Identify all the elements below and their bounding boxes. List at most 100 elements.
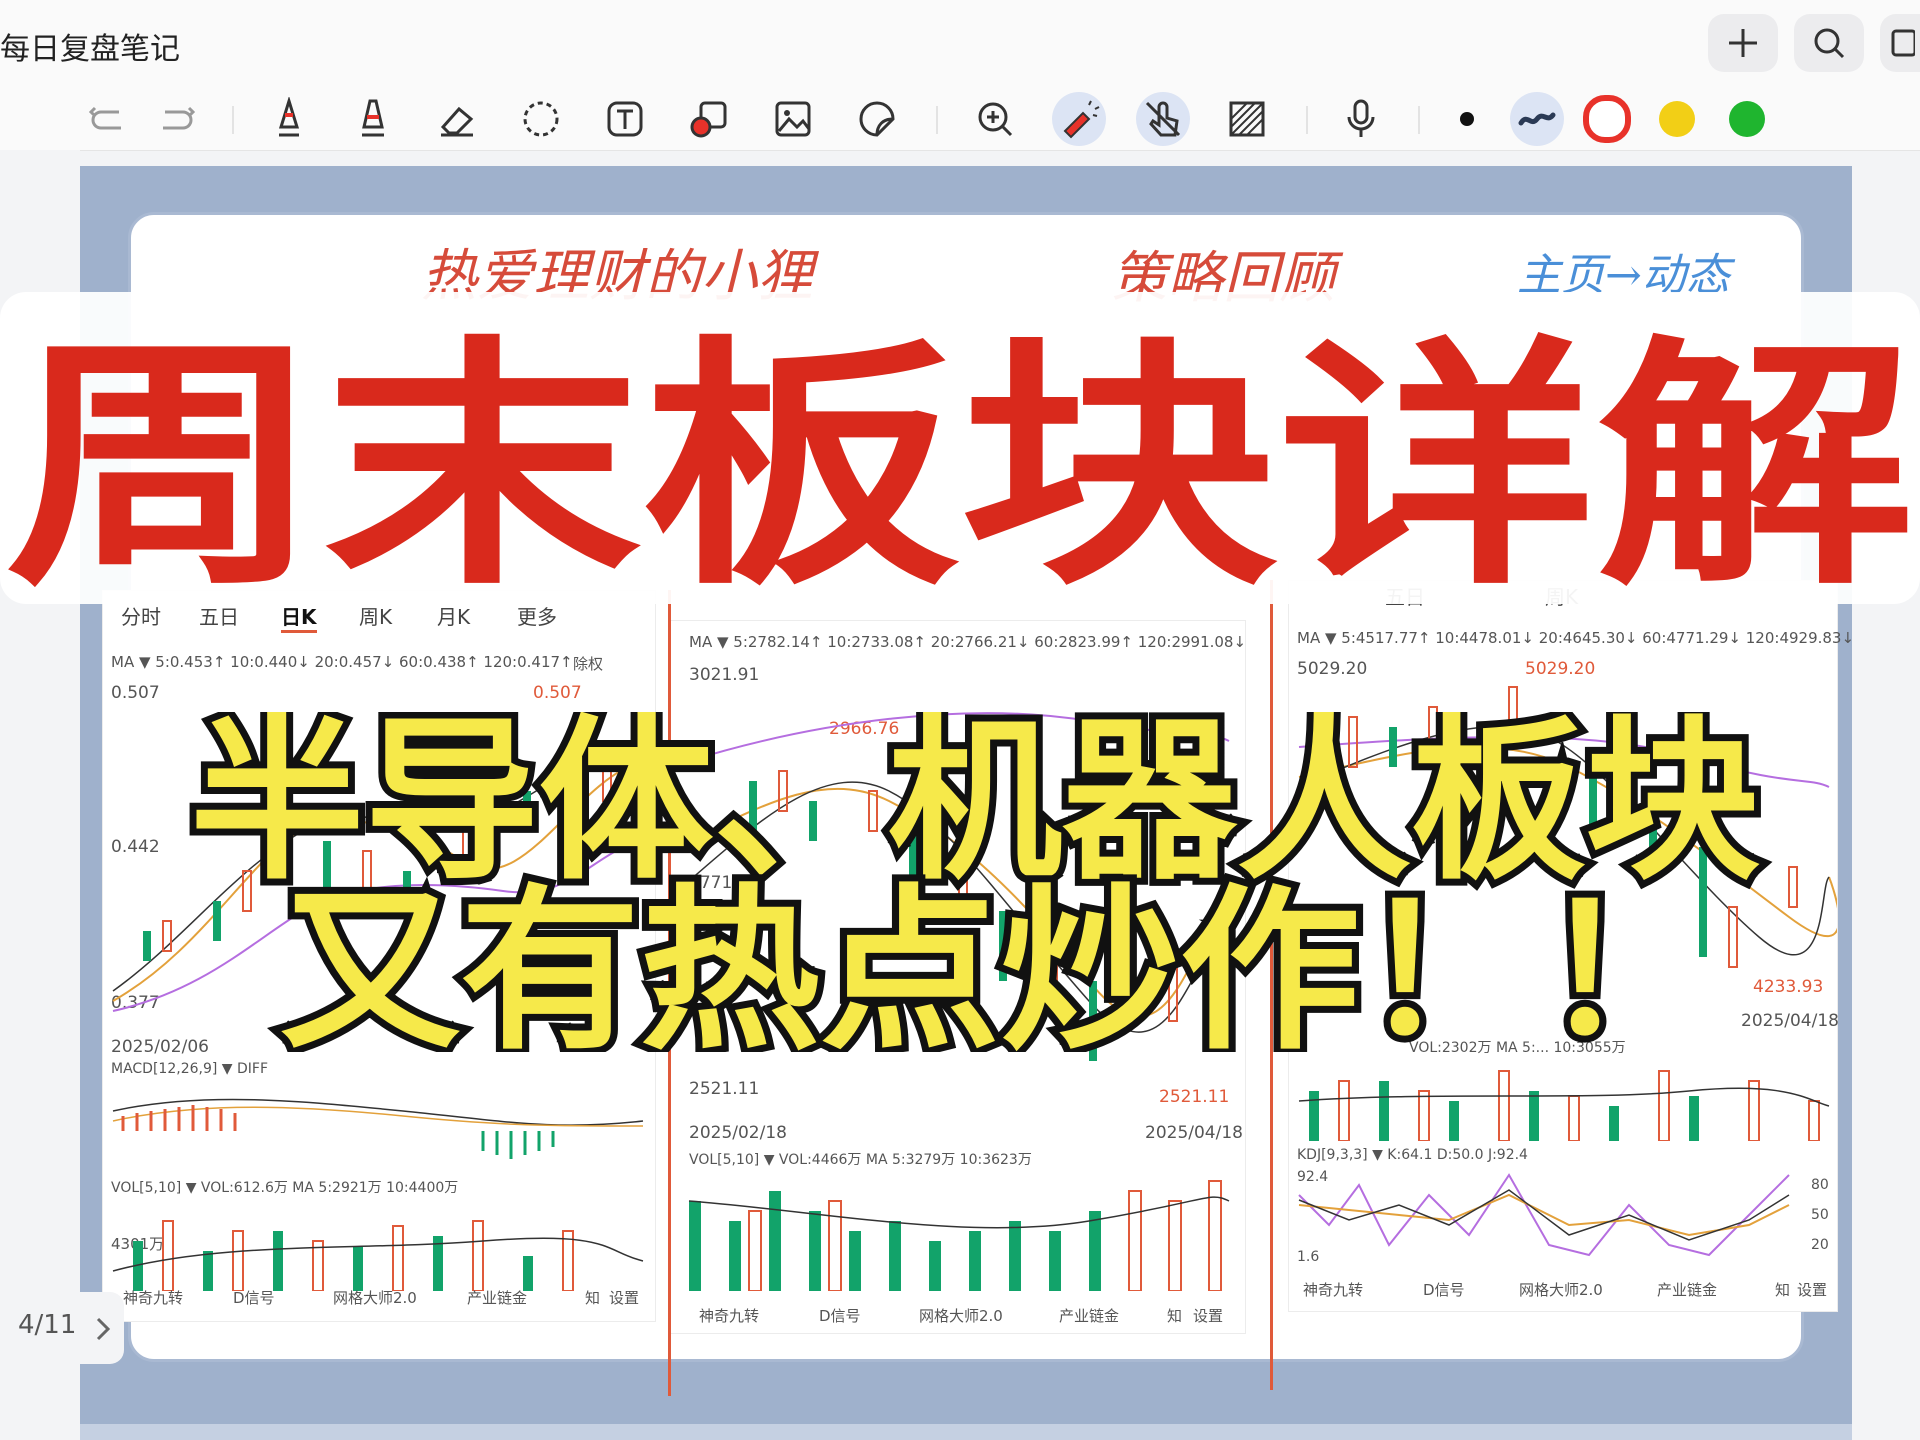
macd-line: MACD[12,26,9] ▼ DIFF <box>111 1061 269 1077</box>
price-top-mark: 0.507 <box>533 683 582 703</box>
ma-line: MA ▼ 5:0.453↑ 10:0.440↓ 20:0.457↓ 60:0.4… <box>111 653 573 671</box>
footer-chain[interactable]: 产业链金 <box>1657 1279 1717 1300</box>
add-button[interactable] <box>1708 14 1778 72</box>
window-icon <box>1891 29 1915 57</box>
brush-stroke-icon <box>1518 112 1556 126</box>
footer-chain[interactable]: 产业链金 <box>1059 1305 1119 1326</box>
vol-line: VOL[5,10] ▼ VOL:612.6万 MA 5:2921万 10:440… <box>111 1180 459 1196</box>
page-indicator-text: 4/11 <box>18 1310 77 1340</box>
date-end: 2025/04/18 <box>1145 1123 1243 1143</box>
footer-grid[interactable]: 网格大师2.0 <box>333 1287 417 1308</box>
page-indicator[interactable]: 4/11 <box>0 1292 124 1364</box>
window-button[interactable] <box>1880 14 1920 72</box>
tab-more[interactable]: 更多 <box>517 601 557 630</box>
image-icon <box>775 101 811 137</box>
footer-settings[interactable]: 设置 <box>1797 1279 1827 1300</box>
title-bar: 每日复盘笔记 <box>0 0 1920 86</box>
footer-shenqi[interactable]: 神奇九转 <box>123 1287 183 1308</box>
footer-know[interactable]: 知 <box>1775 1279 1790 1300</box>
title-banner: 周末板块详解 <box>0 292 1920 604</box>
text-icon <box>607 101 643 137</box>
subtitle-line2: 又有热点炒作！！ <box>280 869 1720 1052</box>
vol-line: VOL[5,10] ▼ VOL:4466万 MA 5:3279万 10:3623… <box>689 1152 1032 1168</box>
stroke-style-swatch[interactable] <box>1510 92 1564 146</box>
kdj-line: KDJ[9,3,3] ▼ K:64.1 D:50.0 J:92.4 <box>1297 1147 1528 1163</box>
mic-tool[interactable] <box>1334 92 1388 146</box>
footer-dsignal[interactable]: D信号 <box>819 1305 861 1326</box>
title-text: 周末板块详解 <box>5 315 1915 604</box>
red-ring-icon <box>1583 95 1631 143</box>
shape-tool[interactable] <box>682 92 736 146</box>
eraser-tool[interactable] <box>430 92 484 146</box>
footer-grid[interactable]: 网格大师2.0 <box>1519 1279 1603 1300</box>
footer-know[interactable]: 知 <box>585 1287 600 1308</box>
highlighter-tool[interactable] <box>346 92 400 146</box>
volume-chart-right <box>1298 1070 1830 1141</box>
price-high: 0.507 <box>111 683 160 703</box>
plus-icon <box>1729 29 1757 57</box>
ma-line: MA ▼ 5:2782.14↑ 10:2733.08↑ 20:2766.21↓ … <box>689 633 1247 651</box>
footer-chain[interactable]: 产业链金 <box>467 1287 527 1308</box>
undo-icon <box>88 106 121 130</box>
footer-shenqi[interactable]: 神奇九转 <box>699 1305 759 1326</box>
pattern-tool[interactable] <box>1220 92 1274 146</box>
color-green-swatch[interactable] <box>1720 92 1774 146</box>
footer-dsignal[interactable]: D信号 <box>1423 1279 1465 1300</box>
footer-know[interactable]: 知 <box>1167 1305 1182 1326</box>
price-top: 5029.20 <box>1297 659 1368 679</box>
kdj-axis-50: 50 <box>1811 1207 1829 1223</box>
image-tool[interactable] <box>766 92 820 146</box>
footer-grid[interactable]: 网格大师2.0 <box>919 1305 1003 1326</box>
kdj-axis-20: 20 <box>1811 1237 1829 1253</box>
lasso-icon <box>523 101 559 137</box>
footer-shenqi[interactable]: 神奇九转 <box>1303 1279 1363 1300</box>
pen-tool[interactable] <box>262 92 316 146</box>
sticker-icon <box>859 101 895 137</box>
tab-zhouk[interactable]: 周K <box>359 601 392 630</box>
footer-dsignal[interactable]: D信号 <box>233 1287 275 1308</box>
tab-fenshi[interactable]: 分时 <box>121 601 161 630</box>
tab-yuek[interactable]: 月K <box>437 601 470 630</box>
highlighter-icon <box>362 99 384 137</box>
color-yellow-swatch[interactable] <box>1650 92 1704 146</box>
redo-icon <box>163 106 196 130</box>
undo-button[interactable] <box>80 92 134 146</box>
tab-wuri[interactable]: 五日 <box>199 601 239 630</box>
ma-line: MA ▼ 5:4517.77↑ 10:4478.01↓ 20:4645.30↓ … <box>1297 629 1855 647</box>
search-button[interactable] <box>1794 14 1864 72</box>
laser-icon <box>1063 100 1100 139</box>
drawing-toolbar <box>0 86 1920 151</box>
search-icon <box>1814 28 1845 59</box>
price-peak: 5029.20 <box>1525 659 1596 679</box>
ma-tag[interactable]: 除权 <box>573 653 603 674</box>
pen-icon <box>278 97 300 137</box>
date-start: 2025/02/18 <box>689 1123 787 1143</box>
footer-settings[interactable]: 设置 <box>1193 1305 1223 1326</box>
text-tool[interactable] <box>598 92 652 146</box>
kdj-chart-right <box>1298 1173 1790 1257</box>
pattern-icon <box>1229 101 1265 137</box>
chevron-right-icon <box>96 1317 111 1341</box>
subtitle-banner: 半导体、机器人板块 又有热点炒作！！ <box>183 712 1767 1052</box>
volume-chart-middle <box>688 1180 1230 1291</box>
color-red-swatch[interactable] <box>1580 92 1634 146</box>
color-black-swatch[interactable] <box>1440 92 1494 146</box>
shape-icon <box>690 101 727 138</box>
document-title: 每日复盘笔记 <box>0 32 180 67</box>
lasso-tool[interactable] <box>514 92 568 146</box>
macd-chart-left <box>112 1098 644 1159</box>
volume-chart-left <box>112 1220 644 1291</box>
mic-icon <box>1347 99 1375 137</box>
eraser-icon <box>440 106 474 137</box>
green-dot-icon <box>1729 101 1765 137</box>
tab-rik[interactable]: 日K <box>281 601 317 633</box>
black-dot-icon <box>1460 112 1474 126</box>
laser-tool[interactable] <box>1052 92 1106 146</box>
yellow-dot-icon <box>1659 101 1695 137</box>
zoom-icon <box>978 102 1013 137</box>
sticker-tool[interactable] <box>850 92 904 146</box>
zoom-tool[interactable] <box>968 92 1022 146</box>
redo-button[interactable] <box>150 92 204 146</box>
touch-tool[interactable] <box>1136 92 1190 146</box>
footer-settings[interactable]: 设置 <box>609 1287 639 1308</box>
